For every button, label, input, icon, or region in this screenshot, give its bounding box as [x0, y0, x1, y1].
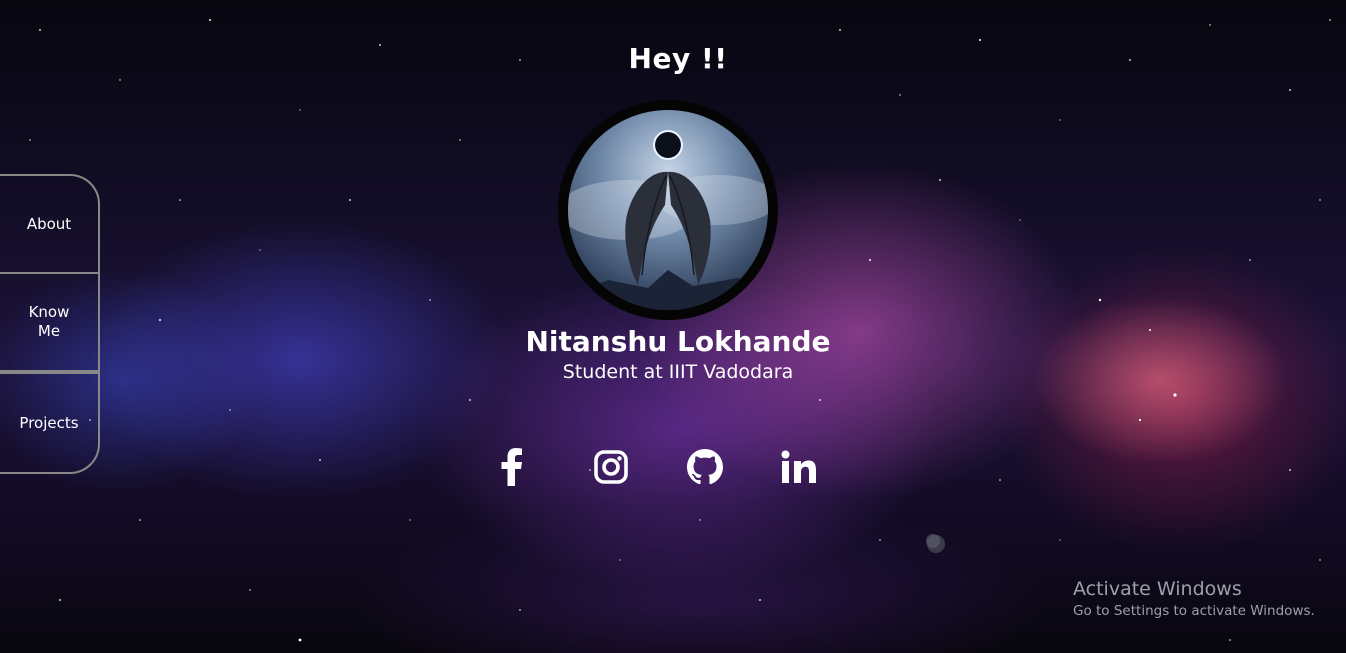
sidebar-item-label: Know Me — [28, 303, 70, 340]
facebook-link[interactable] — [490, 445, 534, 489]
social-links — [490, 445, 840, 489]
sidebar-item-projects[interactable]: Projects — [0, 372, 100, 474]
sidebar-item-about[interactable]: About — [0, 174, 100, 274]
sidebar-item-label: Projects — [19, 413, 79, 432]
watermark-title: Activate Windows — [1073, 578, 1242, 600]
github-icon — [687, 449, 723, 485]
profile-name: Nitanshu Lokhande — [525, 325, 831, 358]
avatar — [558, 100, 778, 320]
instagram-link[interactable] — [589, 445, 633, 489]
windows-activation-watermark: Activate Windows Go to Settings to activ… — [1073, 578, 1315, 621]
watermark-subtitle: Go to Settings to activate Windows. — [1073, 603, 1315, 619]
sidebar-item-label: About — [26, 214, 72, 233]
sidebar-item-know-me[interactable]: Know Me — [0, 274, 100, 372]
linkedin-icon — [781, 450, 816, 483]
instagram-icon — [594, 450, 628, 484]
greeting-heading: Hey !! — [628, 42, 728, 75]
profile-subtitle: Student at IIIT Vadodara — [562, 361, 794, 383]
facebook-icon — [501, 448, 522, 486]
sidebar-nav: About Know Me Projects — [0, 174, 100, 474]
dark-angel-wings-icon — [568, 110, 768, 310]
linkedin-link[interactable] — [777, 445, 821, 489]
github-link[interactable] — [683, 445, 727, 489]
